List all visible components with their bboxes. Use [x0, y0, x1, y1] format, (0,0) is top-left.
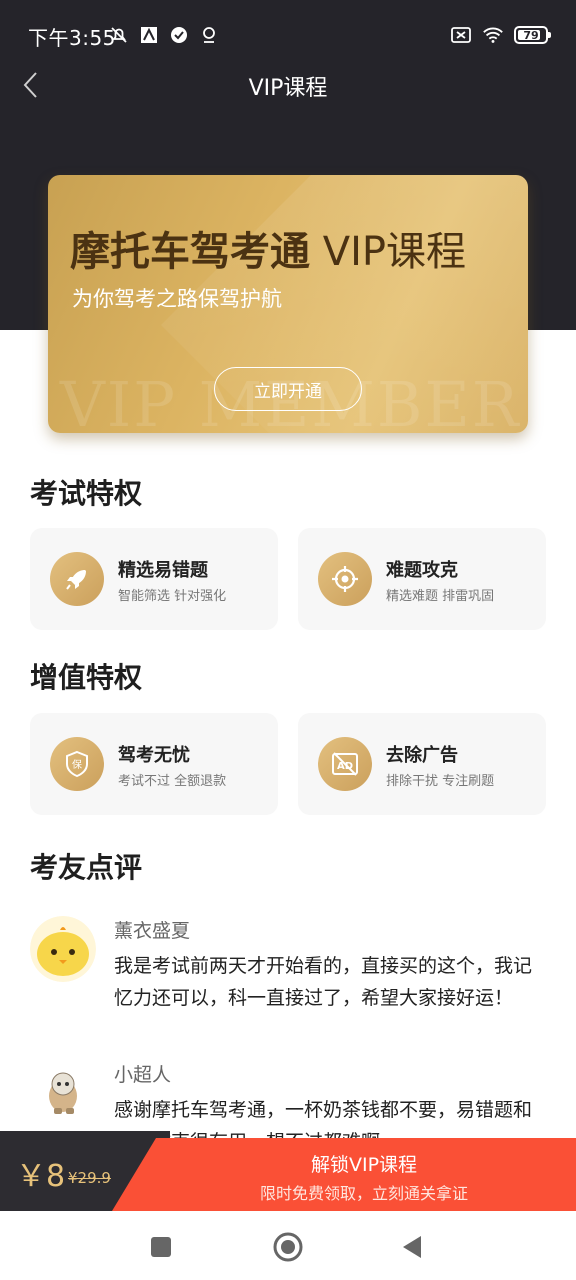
open-vip-button[interactable]: 立即开通 [214, 367, 362, 411]
card-title: 摩托车驾考通 VIP课程 [70, 219, 466, 277]
original-price: ¥29.9 [68, 1169, 111, 1187]
feature-desc: 排除干扰 专注刷题 [386, 774, 495, 789]
system-nav-bar [0, 1211, 576, 1280]
nav-bar: VIP课程 [0, 60, 576, 110]
review-item: 薰衣盛夏 我是考试前两天才开始看的，直接买的这个，我记忆力还可以，科一直接过了，… [30, 916, 546, 1036]
section-title-value-privileges: 增值特权 [30, 661, 143, 694]
feature-name: 去除广告 [386, 745, 458, 766]
page-title: VIP课程 [248, 76, 328, 101]
vip-banner-card: VIP MEMBER 摩托车驾考通 VIP课程 为你驾考之路保驾护航 立即开通 [48, 175, 528, 433]
feature-desc: 智能筛选 针对强化 [118, 589, 227, 604]
status-icons-left [108, 24, 220, 46]
feature-card-hard-questions[interactable]: 难题攻克 精选难题 排雷巩固 [298, 528, 546, 630]
check-badge-icon [168, 24, 190, 46]
battery-icon: 79 [514, 26, 551, 44]
status-time: 下午3:55 [28, 26, 116, 50]
avatar [30, 1060, 96, 1126]
currency-symbol: ￥ [16, 1159, 46, 1194]
feature-name: 驾考无忧 [118, 745, 190, 766]
section-title-reviews: 考友点评 [30, 851, 143, 884]
avatar [30, 916, 96, 982]
feature-card-error-prone[interactable]: 精选易错题 智能筛选 针对强化 [30, 528, 278, 630]
home-button[interactable] [270, 1229, 306, 1265]
card-title-light: VIP课程 [322, 229, 466, 275]
review-text: 我是考试前两天才开始看的，直接买的这个，我记忆力还可以，科一直接过了，希望大家接… [114, 955, 533, 1009]
battery-level: 79 [523, 28, 539, 42]
cta-subtitle: 限时免费领取，立刻通关拿证 [259, 1184, 468, 1203]
status-icons-right: 79 [450, 24, 551, 46]
back-nav-button[interactable] [394, 1229, 430, 1265]
triangle-left-icon [403, 1236, 421, 1258]
shield-icon: 保 [50, 737, 104, 791]
no-ads-icon: AD [318, 737, 372, 791]
location-pin-icon [198, 24, 220, 46]
circle-icon [273, 1232, 303, 1262]
feature-name: 难题攻克 [386, 560, 458, 581]
recent-apps-button[interactable] [143, 1229, 179, 1265]
svg-text:保: 保 [72, 758, 82, 771]
app-notification-icon [138, 24, 160, 46]
rocket-icon [50, 552, 104, 606]
feature-desc: 考试不过 全额退款 [118, 774, 227, 789]
card-title-bold: 摩托车驾考通 [70, 229, 310, 275]
unlock-vip-button[interactable]: 解锁VIP课程 限时免费领取，立刻通关拿证 [112, 1138, 576, 1211]
feature-card-refund-guarantee[interactable]: 保 驾考无忧 考试不过 全额退款 [30, 713, 278, 815]
feature-desc: 精选难题 排雷巩固 [386, 589, 495, 604]
cta-title: 解锁VIP课程 [310, 1154, 418, 1176]
feature-card-remove-ads[interactable]: AD 去除广告 排除干扰 专注刷题 [298, 713, 546, 815]
purchase-bar: ￥8 ¥29.9 解锁VIP课程 限时免费领取，立刻通关拿证 [0, 1131, 576, 1211]
price-value: 8 [46, 1159, 66, 1194]
feature-name: 精选易错题 [118, 560, 208, 581]
sim-icon [450, 24, 472, 46]
current-price: ￥8 [16, 1151, 65, 1195]
wifi-icon [482, 24, 504, 46]
card-subtitle: 为你驾考之路保驾护航 [72, 287, 282, 311]
reviewer-name: 薰衣盛夏 [114, 920, 191, 942]
reviewer-name: 小超人 [114, 1064, 172, 1086]
target-icon [318, 552, 372, 606]
square-icon [151, 1237, 171, 1257]
section-title-exam-privileges: 考试特权 [30, 477, 143, 510]
status-bar: 下午3:55 79 [0, 18, 576, 54]
mute-icon [108, 24, 130, 46]
